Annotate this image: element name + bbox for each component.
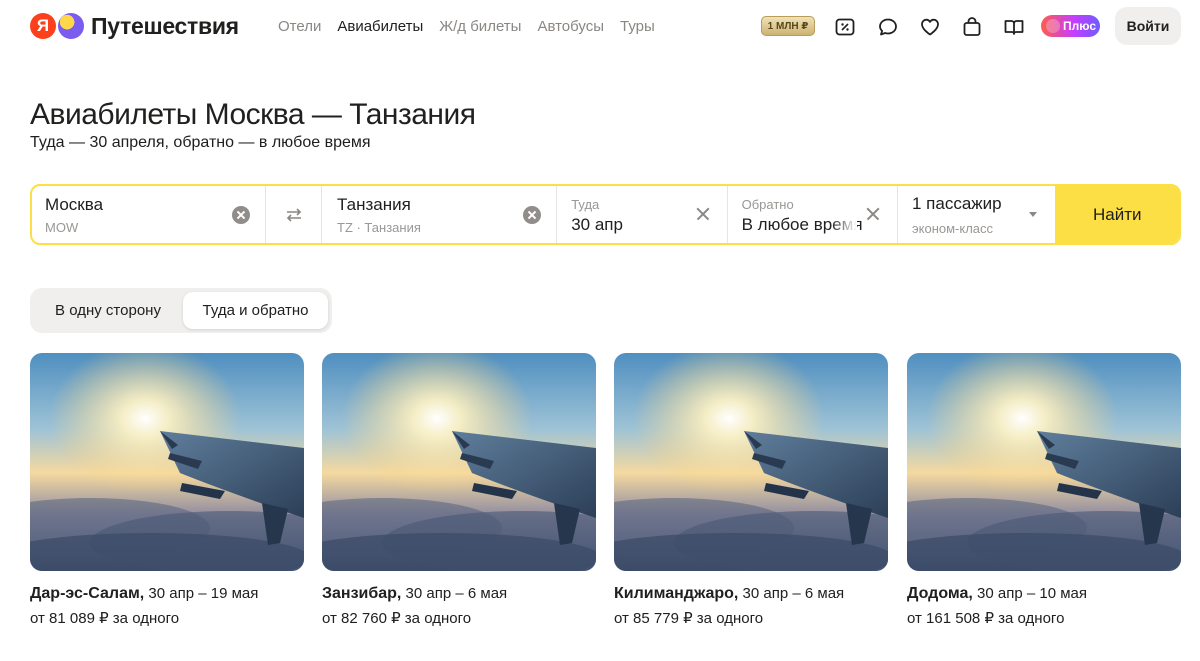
card-city: Занзибар, xyxy=(322,585,402,602)
swap-icon xyxy=(287,208,302,222)
card-price: от 161 508 ₽ за одного xyxy=(907,610,1065,627)
nav-flights[interactable]: Авиабилеты xyxy=(337,18,423,35)
nav-buses[interactable]: Автобусы xyxy=(537,18,604,35)
passengers-value: 1 пассажир xyxy=(912,194,1002,213)
card-price: от 85 779 ₽ за одного xyxy=(614,610,764,627)
from-field[interactable]: Москва MOW xyxy=(32,186,267,243)
chevron-down-icon xyxy=(1029,212,1038,217)
class-value: эконом-класс xyxy=(912,221,994,236)
plus-badge[interactable]: Плюс xyxy=(1041,15,1100,37)
main-nav: Отели Авиабилеты Ж/д билеты Автобусы Тур… xyxy=(278,18,671,35)
globe-logo-icon xyxy=(58,13,84,39)
destination-image xyxy=(614,353,888,571)
destination-card[interactable]: Килиманджаро, 30 апр – 6 мая от 85 779 ₽… xyxy=(614,353,888,627)
passengers-field[interactable]: 1 пассажир эконом-класс xyxy=(898,186,1055,243)
heart-icon[interactable] xyxy=(918,15,942,39)
clear-return-icon[interactable] xyxy=(866,207,880,221)
card-dates: 30 апр – 10 мая xyxy=(977,585,1087,602)
destination-image xyxy=(907,353,1181,571)
trip-type-toggle: В одну сторону Туда и обратно xyxy=(30,288,332,333)
card-city: Дар-эс-Салам, xyxy=(30,585,145,602)
yandex-logo-icon: Я xyxy=(30,13,56,39)
wing-sunset-image xyxy=(614,353,888,571)
chat-icon[interactable] xyxy=(876,15,900,39)
card-city: Додома, xyxy=(907,585,973,602)
to-code: TZ · Танзания xyxy=(337,220,421,235)
destination-image xyxy=(30,353,304,571)
departure-value: 30 апр xyxy=(571,215,623,234)
book-icon[interactable] xyxy=(1002,15,1026,39)
return-label: Обратно xyxy=(741,197,794,212)
departure-date-field[interactable]: Туда 30 апр xyxy=(557,186,728,243)
swap-button[interactable] xyxy=(266,186,322,243)
text-fade xyxy=(831,200,857,230)
search-form: Москва MOW Танзания TZ · Танзания Туда 3… xyxy=(30,184,1181,245)
million-badge[interactable]: 1 МЛН ₽ xyxy=(761,16,815,36)
nav-trains[interactable]: Ж/д билеты xyxy=(439,18,521,35)
card-price: от 82 760 ₽ за одного xyxy=(322,610,472,627)
destination-card[interactable]: Занзибар, 30 апр – 6 мая от 82 760 ₽ за … xyxy=(322,353,596,627)
clear-to-icon[interactable] xyxy=(523,206,542,224)
discount-icon[interactable] xyxy=(833,15,857,39)
to-field[interactable]: Танзания TZ · Танзания xyxy=(322,186,558,243)
nav-tours[interactable]: Туры xyxy=(620,18,655,35)
wing-sunset-image xyxy=(30,353,304,571)
logo[interactable]: Я Путешествия xyxy=(30,12,239,40)
destination-card[interactable]: Додома, 30 апр – 10 мая от 161 508 ₽ за … xyxy=(907,353,1181,627)
header: Я Путешествия Отели Авиабилеты Ж/д билет… xyxy=(0,0,1200,54)
nav-hotels[interactable]: Отели xyxy=(278,18,321,35)
wing-sunset-image xyxy=(907,353,1181,571)
from-code: MOW xyxy=(45,220,79,235)
destination-image xyxy=(322,353,596,571)
tab-one-way[interactable]: В одну сторону xyxy=(34,292,182,329)
return-date-field[interactable]: Обратно В любое время xyxy=(728,186,898,243)
card-dates: 30 апр – 19 мая xyxy=(148,585,259,602)
card-dates: 30 апр – 6 мая xyxy=(405,585,508,602)
page-title: Авиабилеты Москва — Танзания xyxy=(30,98,476,131)
find-button[interactable]: Найти xyxy=(1055,186,1179,243)
destination-card[interactable]: Дар-эс-Салам, 30 апр – 19 мая от 81 089 … xyxy=(30,353,304,627)
departure-label: Туда xyxy=(571,197,600,212)
tab-round-trip[interactable]: Туда и обратно xyxy=(183,292,328,329)
clear-departure-icon[interactable] xyxy=(696,207,710,221)
login-button[interactable]: Войти xyxy=(1115,7,1181,45)
from-value: Москва xyxy=(45,195,104,214)
clear-from-icon[interactable] xyxy=(232,206,251,224)
card-city: Килиманджаро, xyxy=(614,585,739,602)
card-dates: 30 апр – 6 мая xyxy=(742,585,845,602)
to-value: Танзания xyxy=(337,195,411,214)
plus-label: Плюс xyxy=(1063,19,1097,33)
page-subtitle: Туда — 30 апреля, обратно — в любое врем… xyxy=(30,134,371,151)
plus-icon xyxy=(1046,19,1060,33)
card-price: от 81 089 ₽ за одного xyxy=(30,610,180,627)
bag-icon[interactable] xyxy=(960,15,984,39)
wing-sunset-image xyxy=(322,353,596,571)
logo-text: Путешествия xyxy=(91,12,239,39)
